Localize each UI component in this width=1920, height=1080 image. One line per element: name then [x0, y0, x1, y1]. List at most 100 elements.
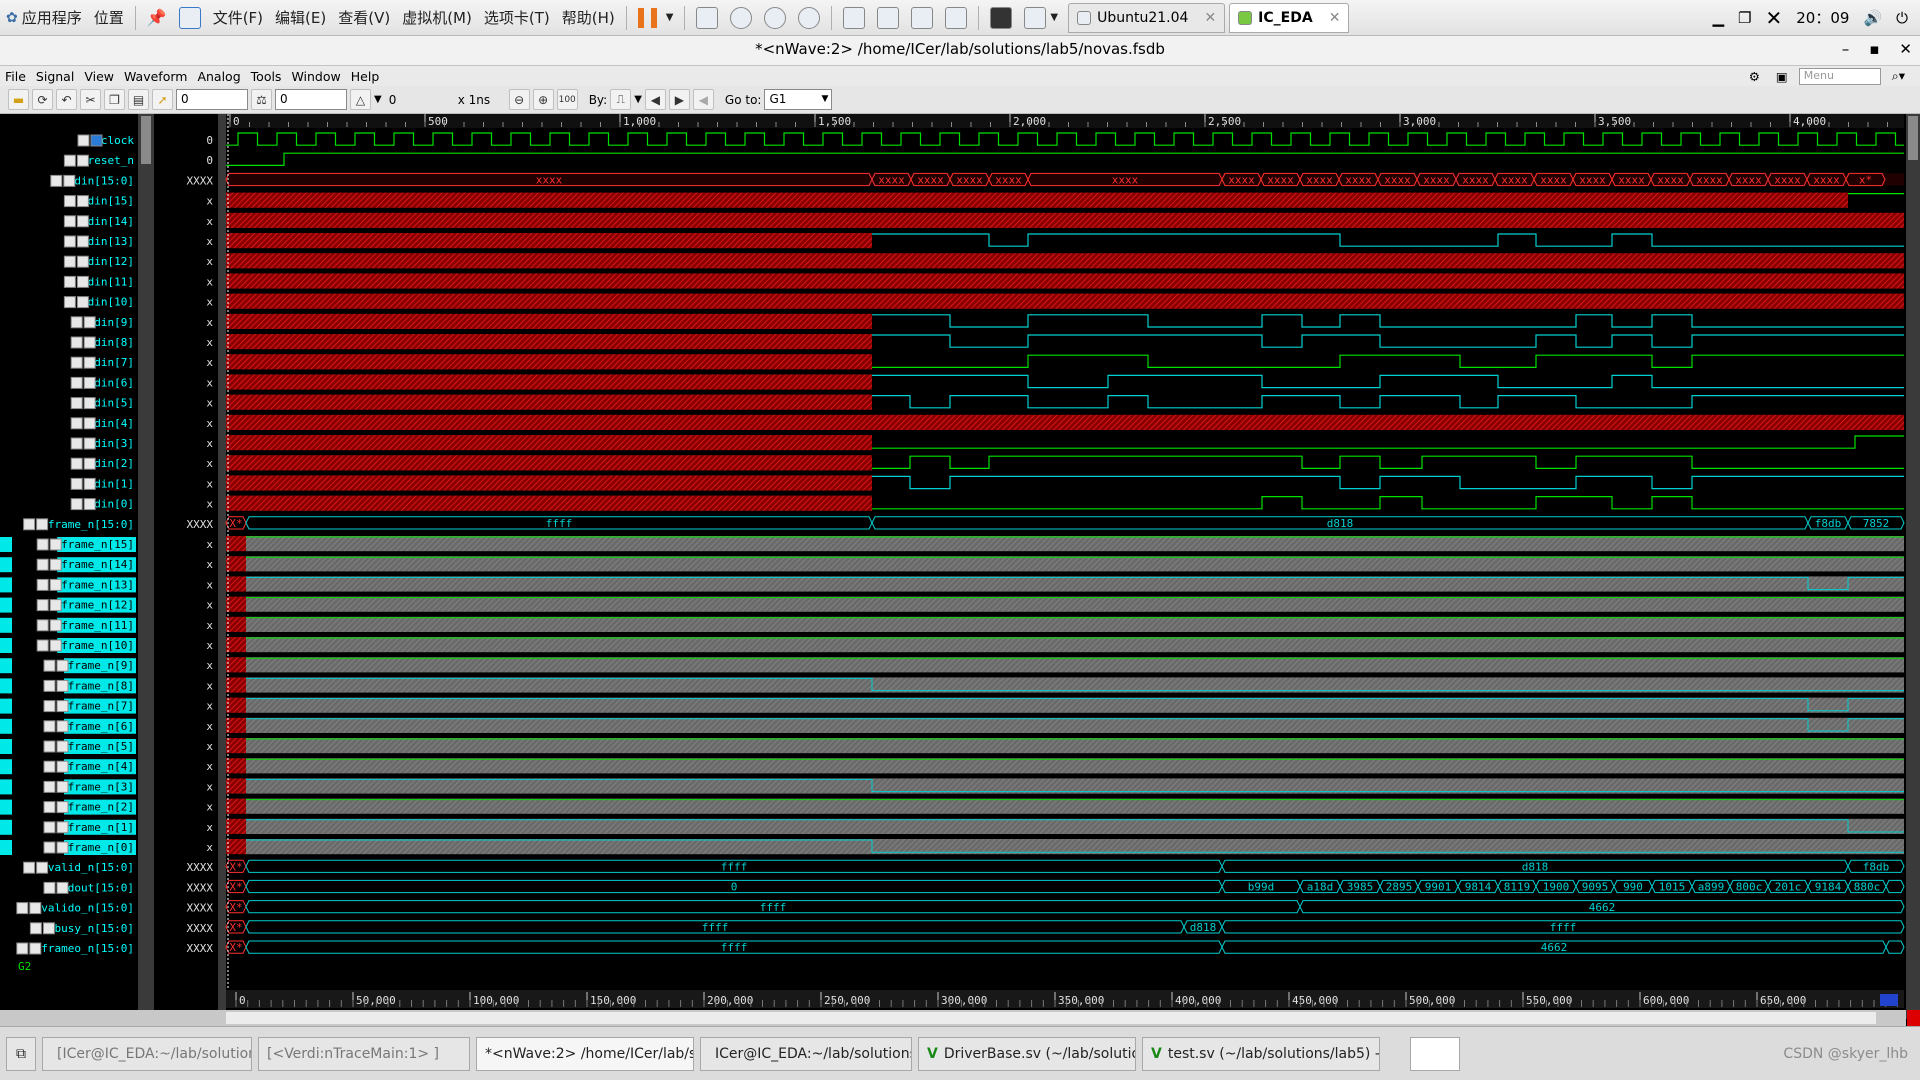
signal-format-icon[interactable] [63, 275, 76, 288]
signal-format-icon[interactable] [29, 922, 42, 935]
signal-type-icon[interactable] [83, 417, 96, 430]
view-window-marker[interactable] [1880, 994, 1898, 1006]
reload-icon[interactable]: ⟳ [32, 89, 53, 110]
signal-format-icon[interactable] [16, 942, 29, 955]
scrollbar-thumb[interactable] [226, 1012, 1876, 1024]
signal-type-icon[interactable] [49, 639, 62, 652]
signal-format-icon[interactable] [70, 336, 83, 349]
unity-icon[interactable] [939, 0, 973, 36]
task-nwave[interactable]: *<nWave:2> /home/ICer/lab/solutio··· [476, 1036, 694, 1071]
goto-select[interactable]: G1 ▼ [764, 89, 833, 110]
signal-format-icon[interactable] [36, 538, 49, 551]
signal-type-icon[interactable] [83, 316, 96, 329]
signal-type-icon[interactable] [42, 922, 55, 935]
signal-type-icon[interactable] [76, 195, 89, 208]
volume-icon[interactable]: 🔊 [1863, 9, 1882, 27]
vm-tab-ic-eda[interactable]: IC_EDA ✕ [1229, 2, 1350, 33]
signal-format-icon[interactable] [43, 720, 56, 733]
open-icon[interactable]: ▬ [8, 89, 29, 110]
waveform-area[interactable]: G2 clock reset_n din[15:0] din[15] din[14] din… [0, 114, 1920, 1026]
menu-vm[interactable]: 虚拟机(M) [396, 0, 478, 36]
signal-row[interactable]: frame_n[15:0] [23, 518, 134, 531]
signal-format-icon[interactable] [23, 861, 36, 874]
signal-type-icon[interactable] [76, 215, 89, 228]
menu-file[interactable]: File [0, 69, 31, 84]
gear-icon[interactable]: ⚙ [1744, 69, 1765, 84]
signal-format-icon[interactable] [70, 437, 83, 450]
signal-row[interactable]: din[7] [70, 356, 134, 369]
signal-format-icon[interactable] [70, 457, 83, 470]
signal-row[interactable]: din[12] [63, 255, 134, 268]
signal-format-icon[interactable] [70, 498, 83, 511]
signal-type-icon[interactable] [49, 578, 62, 591]
menu-analog[interactable]: Analog [192, 69, 245, 84]
waveform-canvas[interactable]: G2 clock reset_n din[15:0] din[15] din[14] din… [0, 114, 1920, 1026]
signal-format-icon[interactable] [70, 417, 83, 430]
signal-type-icon[interactable] [56, 821, 69, 834]
restore-icon[interactable]: ❐ [1738, 9, 1751, 27]
workspace-switcher[interactable] [1410, 1036, 1460, 1071]
signal-format-icon[interactable] [63, 195, 76, 208]
menu-tabs[interactable]: 选项卡(T) [478, 0, 556, 36]
signal-type-icon[interactable] [49, 538, 62, 551]
signal-format-icon[interactable] [36, 578, 49, 591]
task-gvim-driverbase[interactable]: VDriverBase.sv (~/lab/solutions/lab5)··· [918, 1036, 1136, 1071]
signal-type-icon[interactable] [29, 942, 42, 955]
signal-format-icon[interactable] [70, 376, 83, 389]
zoom-in-icon[interactable]: ⊕ [532, 89, 554, 110]
menu-window[interactable]: Window [286, 69, 345, 84]
signal-type-icon[interactable] [56, 700, 69, 713]
signal-format-icon[interactable] [43, 780, 56, 793]
minimize-icon[interactable]: – [1842, 40, 1850, 58]
vm-icon[interactable] [173, 0, 207, 36]
name-pane-scrollbar[interactable] [138, 114, 154, 1019]
signal-type-icon[interactable] [56, 841, 69, 854]
signal-type-icon[interactable] [56, 740, 69, 753]
signal-row[interactable]: din[4] [70, 417, 134, 430]
signal-format-icon[interactable] [36, 619, 49, 632]
signal-type-icon[interactable] [83, 457, 96, 470]
pin-icon[interactable]: 📌 [141, 0, 173, 36]
signal-row[interactable]: din[14] [63, 215, 134, 228]
signal-type-icon[interactable] [49, 558, 62, 571]
signal-row[interactable]: din[8] [70, 336, 134, 349]
signal-format-icon[interactable] [63, 235, 76, 248]
signal-type-icon[interactable] [36, 518, 49, 531]
stretch-icon[interactable]: ▼ [1018, 0, 1064, 36]
close-icon[interactable]: ✕ [1329, 10, 1341, 26]
search-backward-icon[interactable]: ◀ [644, 89, 666, 110]
snapshot-manager-icon[interactable] [792, 0, 826, 36]
show-desktop-icon[interactable]: ⧉ [6, 1036, 36, 1071]
signal-type-icon[interactable] [83, 477, 96, 490]
vm-tab-ubuntu[interactable]: Ubuntu21.04 ✕ [1068, 2, 1226, 33]
task-verdi-trace[interactable]: [<Verdi:nTraceMain:1> ] [258, 1036, 470, 1071]
menu-signal[interactable]: Signal [31, 69, 79, 84]
signal-format-icon[interactable] [70, 397, 83, 410]
menu-file[interactable]: 文件(F) [207, 0, 269, 36]
signal-type-icon[interactable] [56, 801, 69, 814]
delta-dropdown-icon[interactable]: ▼ [374, 94, 382, 105]
signal-type-icon[interactable] [83, 437, 96, 450]
menu-waveform[interactable]: Waveform [119, 69, 192, 84]
cursor-icon[interactable]: ➚ [152, 89, 173, 110]
signal-format-icon[interactable] [43, 821, 56, 834]
signal-row[interactable]: clock [77, 134, 134, 147]
signal-type-icon[interactable] [56, 760, 69, 773]
zoom-out-icon[interactable]: ⊖ [508, 89, 530, 110]
paste-icon[interactable]: ▤ [128, 89, 149, 110]
maximize-icon[interactable]: ▪ [1869, 40, 1879, 58]
delta-icon[interactable]: △ [350, 89, 371, 110]
signal-type-icon[interactable] [29, 902, 42, 915]
signal-type-icon[interactable] [56, 659, 69, 672]
signal-type-icon[interactable] [83, 397, 96, 410]
signal-format-icon[interactable] [63, 296, 76, 309]
snapshot-restore-icon[interactable] [758, 0, 792, 36]
signal-row[interactable]: busy_n[15:0] [29, 922, 134, 935]
signal-format-icon[interactable] [70, 316, 83, 329]
signal-type-icon[interactable] [63, 174, 76, 187]
signal-format-icon[interactable] [43, 700, 56, 713]
sidebar-toggle-icon[interactable] [837, 0, 871, 36]
search-type-dropdown-icon[interactable]: ▼ [634, 94, 642, 105]
signal-row[interactable]: din[15] [63, 195, 134, 208]
signal-row[interactable]: din[1] [70, 477, 134, 490]
